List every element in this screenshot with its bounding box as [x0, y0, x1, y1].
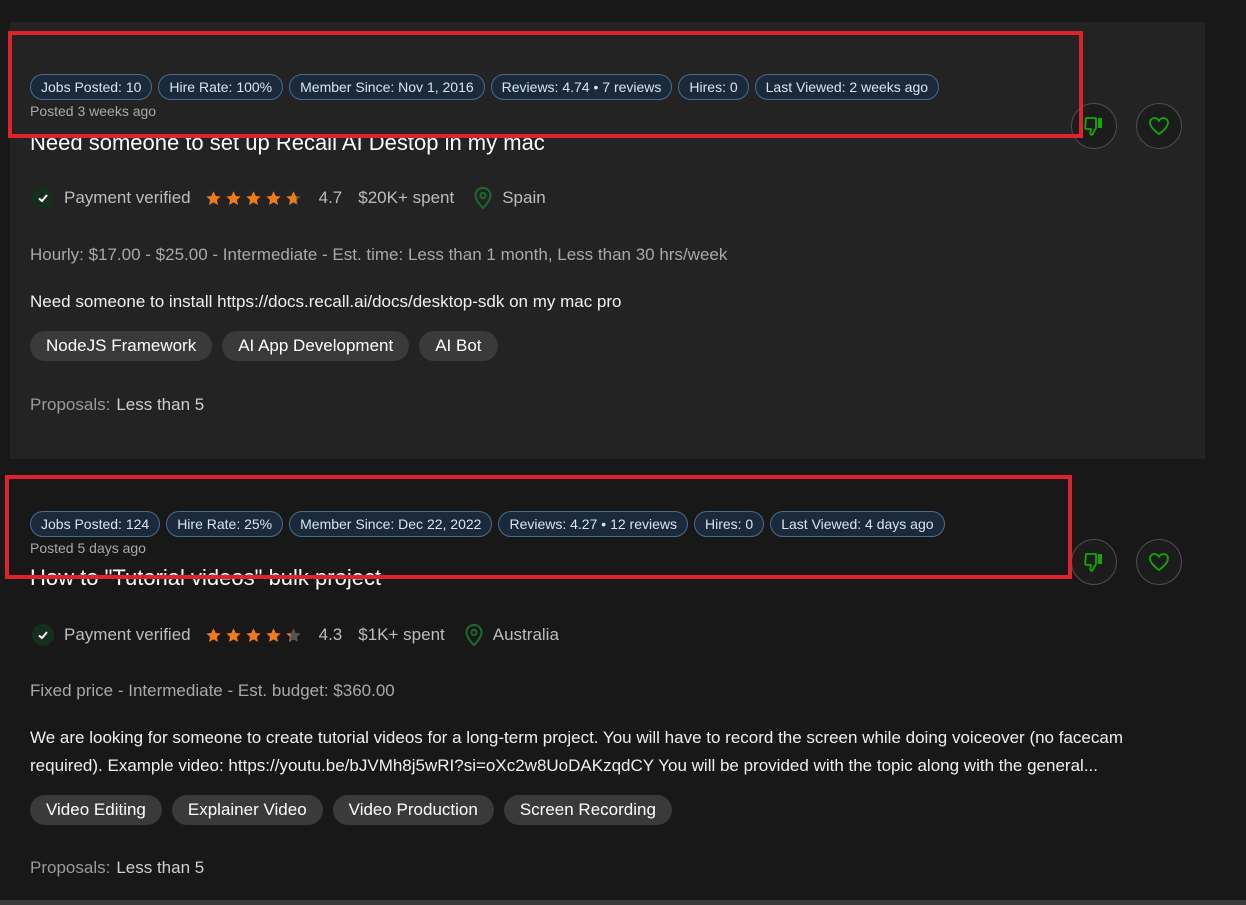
- star-icon: [265, 190, 281, 205]
- skill-tag[interactable]: Explainer Video: [171, 795, 323, 825]
- stat-last-viewed: Last Viewed: 2 weeks ago: [754, 74, 940, 100]
- total-spent: $1K+ spent: [358, 625, 445, 644]
- star-icon: [205, 190, 221, 205]
- job-title[interactable]: Need someone to set up Recall AI Destop …: [30, 130, 545, 156]
- rating-stars: [205, 190, 305, 207]
- stat-reviews: Reviews: 4.74 • 7 reviews: [490, 74, 673, 100]
- proposals-count: Proposals: Less than 5: [30, 858, 204, 878]
- star-icon: [245, 190, 261, 205]
- dislike-button[interactable]: [1071, 103, 1117, 149]
- thumbs-down-icon: [1084, 553, 1102, 572]
- thumbs-down-icon: [1084, 117, 1102, 136]
- star-icon: [205, 627, 221, 642]
- job-card[interactable]: Jobs Posted: 10 Hire Rate: 100% Member S…: [10, 22, 1205, 459]
- check-icon: [32, 187, 54, 209]
- star-icon: [265, 627, 281, 642]
- star-icon: [245, 627, 261, 642]
- stat-hire-rate: Hire Rate: 100%: [158, 74, 284, 100]
- total-spent: $20K+ spent: [358, 188, 455, 207]
- job-card[interactable]: Jobs Posted: 124 Hire Rate: 25% Member S…: [10, 459, 1205, 905]
- client-location: Australia: [492, 625, 559, 644]
- heart-icon: [1149, 553, 1169, 572]
- stat-reviews: Reviews: 4.27 • 12 reviews: [498, 511, 688, 537]
- skill-tags: Video Editing Explainer Video Video Prod…: [30, 795, 672, 825]
- stat-hire-rate: Hire Rate: 25%: [166, 511, 284, 537]
- map-pin-icon: [465, 624, 483, 646]
- skill-tag[interactable]: Video Production: [332, 795, 494, 825]
- stat-jobs-posted: Jobs Posted: 124: [30, 511, 161, 537]
- stat-jobs-posted: Jobs Posted: 10: [30, 74, 153, 100]
- star-icon: [225, 190, 241, 205]
- skill-tag[interactable]: Video Editing: [30, 795, 162, 825]
- stat-hires: Hires: 0: [678, 74, 749, 100]
- dislike-button[interactable]: [1071, 539, 1117, 585]
- heart-icon: [1149, 117, 1169, 136]
- client-stats: Jobs Posted: 10 Hire Rate: 100% Member S…: [30, 74, 940, 100]
- client-info: Payment verified 4.7 $20K+ spent Spain: [32, 187, 546, 209]
- rating-stars: [205, 627, 305, 644]
- proposals-label: Proposals:: [30, 858, 111, 877]
- save-job-button[interactable]: [1136, 539, 1182, 585]
- stat-last-viewed: Last Viewed: 4 days ago: [770, 511, 945, 537]
- stat-member-since: Member Since: Dec 22, 2022: [289, 511, 493, 537]
- stat-hires: Hires: 0: [693, 511, 765, 537]
- proposals-value: Less than 5: [116, 858, 205, 877]
- posted-time: Posted 3 weeks ago: [30, 103, 157, 119]
- star-icon: [285, 627, 301, 642]
- skill-tag[interactable]: AI Bot: [419, 331, 498, 361]
- horizontal-scrollbar[interactable]: [0, 900, 1246, 905]
- skill-tag[interactable]: AI App Development: [222, 331, 410, 361]
- proposals-value: Less than 5: [116, 395, 205, 414]
- star-icon: [225, 627, 241, 642]
- client-stats: Jobs Posted: 124 Hire Rate: 25% Member S…: [30, 511, 945, 537]
- rating-value: 4.3: [318, 625, 343, 644]
- job-terms: Hourly: $17.00 - $25.00 - Intermediate -…: [30, 245, 728, 264]
- stat-member-since: Member Since: Nov 1, 2016: [289, 74, 485, 100]
- job-terms: Fixed price - Intermediate - Est. budget…: [30, 681, 395, 700]
- map-pin-icon: [474, 187, 492, 209]
- payment-verified: Payment verified: [64, 188, 191, 207]
- client-location: Spain: [502, 188, 546, 207]
- job-description: We are looking for someone to create tut…: [30, 728, 1123, 775]
- job-title[interactable]: How to "Tutorial videos" bulk project: [30, 565, 381, 591]
- star-icon: [285, 190, 301, 205]
- posted-time: Posted 5 days ago: [30, 540, 146, 556]
- rating-value: 4.7: [318, 188, 343, 207]
- skill-tag[interactable]: Screen Recording: [503, 795, 672, 825]
- proposals-label: Proposals:: [30, 395, 111, 414]
- check-icon: [32, 624, 54, 646]
- job-description: Need someone to install https://docs.rec…: [30, 292, 622, 311]
- payment-verified: Payment verified: [64, 625, 191, 644]
- skill-tags: NodeJS Framework AI App Development AI B…: [30, 331, 498, 361]
- proposals-count: Proposals: Less than 5: [30, 395, 204, 415]
- save-job-button[interactable]: [1136, 103, 1182, 149]
- client-info: Payment verified 4.3 $1K+ spent Australi…: [32, 624, 559, 646]
- skill-tag[interactable]: NodeJS Framework: [30, 331, 213, 361]
